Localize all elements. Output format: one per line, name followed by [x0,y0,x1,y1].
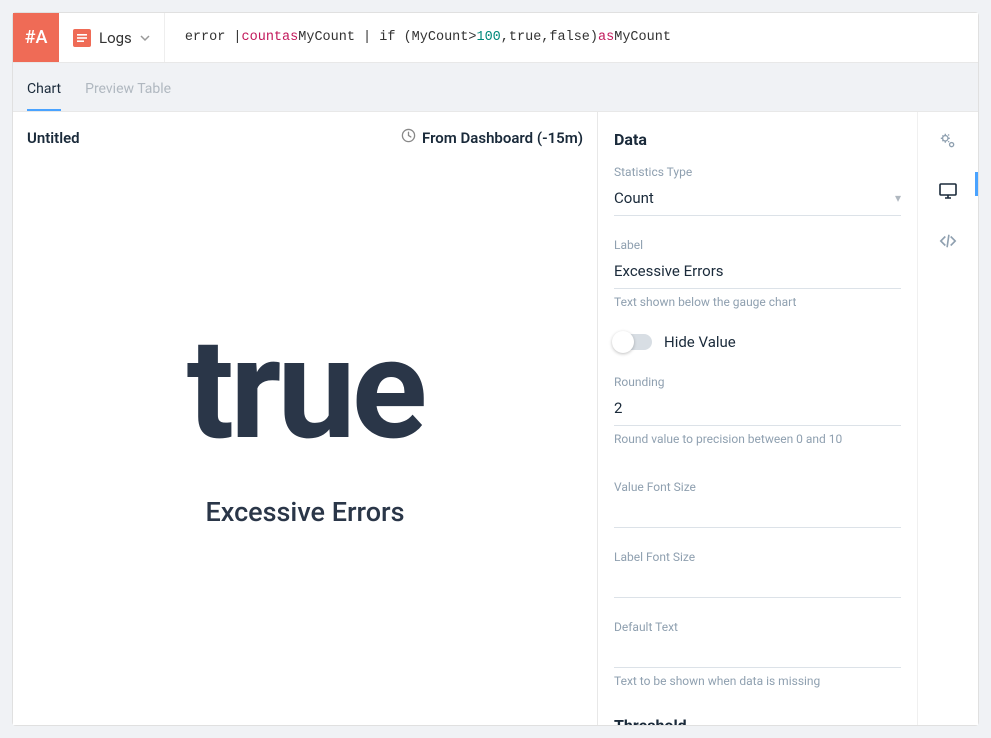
right-rail [918,112,978,725]
query-tag[interactable]: #A [13,13,59,62]
query-bar: #A Logs error | count as MyCount | if (M… [13,13,978,63]
label-font-size-input[interactable] [614,570,901,598]
display-icon[interactable] [937,180,959,202]
tab-chart[interactable]: Chart [27,81,61,111]
rail-active-indicator [975,172,978,196]
preview-header: Untitled From Dashboard (-15m) [13,112,597,163]
rounding-field: Rounding 2 Round value to precision betw… [614,375,901,446]
hide-value-toggle[interactable] [614,334,652,350]
chevron-down-icon [140,28,150,47]
value-font-size-field: Value Font Size [614,480,901,528]
preview-pane: Untitled From Dashboard (-15m) true Exce… [13,112,598,725]
tab-preview-table[interactable]: Preview Table [85,81,171,111]
time-range[interactable]: From Dashboard (-15m) [401,128,583,147]
section-data-title: Data [614,130,901,149]
gauge-value: true [187,320,424,460]
source-dropdown[interactable]: Logs [59,13,165,62]
value-font-size-input[interactable] [614,500,901,528]
section-threshold-title: Threshold [614,716,901,725]
rounding-input[interactable]: 2 [614,395,901,426]
label-field: Label Excessive Errors Text shown below … [614,238,901,309]
config-pane: Data Statistics Type Count ▾ Label Exces… [598,112,918,725]
clock-icon [401,128,416,147]
settings-gears-icon[interactable] [937,130,959,152]
default-text-field: Default Text Text to be shown when data … [614,620,901,688]
statistics-type-select[interactable]: Count ▾ [614,185,901,216]
toggle-knob [612,331,634,353]
source-label: Logs [99,29,132,47]
hide-value-toggle-row: Hide Value [614,333,901,351]
chevron-down-icon: ▾ [895,191,901,205]
logs-icon [73,29,91,47]
gauge-label: Excessive Errors [206,496,405,528]
query-input[interactable]: error | count as MyCount | if (MyCount> … [165,13,978,62]
code-icon[interactable] [937,230,959,252]
statistics-type-field: Statistics Type Count ▾ [614,165,901,216]
content: Untitled From Dashboard (-15m) true Exce… [13,111,978,725]
label-input[interactable]: Excessive Errors [614,258,901,289]
default-text-input[interactable] [614,640,901,668]
tabs: Chart Preview Table [13,63,978,111]
app-window: #A Logs error | count as MyCount | if (M… [12,12,979,726]
preview-body: true Excessive Errors [13,163,597,725]
panel-title[interactable]: Untitled [27,129,80,147]
label-font-size-field: Label Font Size [614,550,901,598]
